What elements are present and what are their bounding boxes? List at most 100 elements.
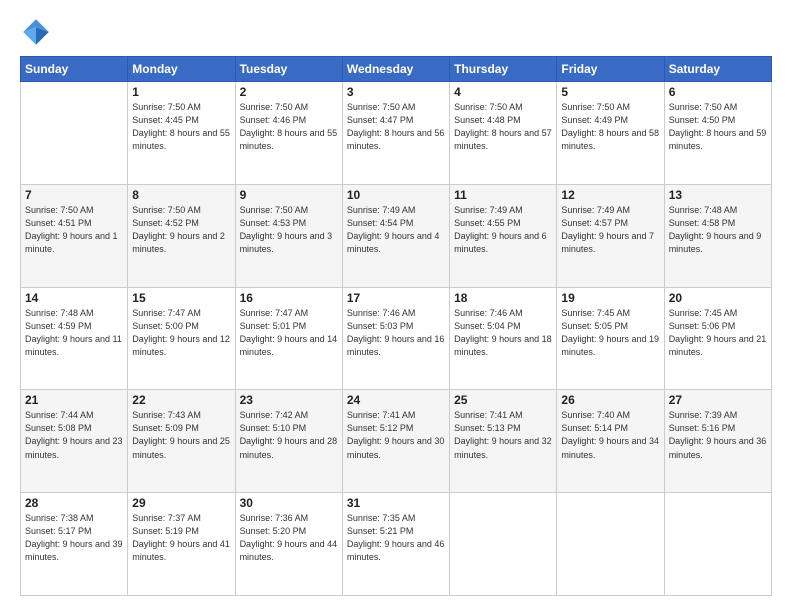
day-cell: 31 Sunrise: 7:35 AM Sunset: 5:21 PM Dayli… <box>342 493 449 596</box>
day-cell: 17 Sunrise: 7:46 AM Sunset: 5:03 PM Dayli… <box>342 287 449 390</box>
day-info: Sunrise: 7:49 AM Sunset: 4:57 PM Dayligh… <box>561 204 659 256</box>
day-number: 9 <box>240 188 338 202</box>
day-number: 6 <box>669 85 767 99</box>
logo-icon <box>20 16 52 48</box>
day-cell: 24Sunrise: 7:41 AM Sunset: 5:12 PM Dayli… <box>342 390 449 493</box>
day-info: Sunrise: 7:49 AM Sunset: 4:55 PM Dayligh… <box>454 204 552 256</box>
day-number: 29 <box>132 496 230 510</box>
day-info: Sunrise: 7:46 AM Sunset: 5:03 PM Dayligh… <box>347 307 445 359</box>
day-cell <box>450 493 557 596</box>
day-number: 18 <box>454 291 552 305</box>
day-cell: 11 Sunrise: 7:49 AM Sunset: 4:55 PM Dayli… <box>450 184 557 287</box>
day-cell: 13 Sunrise: 7:48 AM Sunset: 4:58 PM Dayli… <box>664 184 771 287</box>
day-cell: 1 Sunrise: 7:50 AM Sunset: 4:45 PM Daylig… <box>128 82 235 185</box>
day-cell <box>557 493 664 596</box>
day-number: 11 <box>454 188 552 202</box>
day-info: Sunrise: 7:37 AM Sunset: 5:19 PM Dayligh… <box>132 512 230 564</box>
day-info: Sunrise: 7:48 AM Sunset: 4:58 PM Dayligh… <box>669 204 767 256</box>
day-cell: 16 Sunrise: 7:47 AM Sunset: 5:01 PM Dayli… <box>235 287 342 390</box>
col-header-monday: Monday <box>128 57 235 82</box>
day-info: Sunrise: 7:43 AM Sunset: 5:09 PM Dayligh… <box>132 409 230 461</box>
day-cell: 30 Sunrise: 7:36 AM Sunset: 5:20 PM Dayli… <box>235 493 342 596</box>
day-info: Sunrise: 7:47 AM Sunset: 5:00 PM Dayligh… <box>132 307 230 359</box>
col-header-wednesday: Wednesday <box>342 57 449 82</box>
day-number: 2 <box>240 85 338 99</box>
day-number: 22 <box>132 393 230 407</box>
day-cell <box>664 493 771 596</box>
day-cell: 14Sunrise: 7:48 AM Sunset: 4:59 PM Dayli… <box>21 287 128 390</box>
day-number: 7 <box>25 188 123 202</box>
day-cell: 4Sunrise: 7:50 AM Sunset: 4:48 PM Daylig… <box>450 82 557 185</box>
day-number: 12 <box>561 188 659 202</box>
day-cell: 6 Sunrise: 7:50 AM Sunset: 4:50 PM Daylig… <box>664 82 771 185</box>
day-number: 24 <box>347 393 445 407</box>
week-row-2: 7 Sunrise: 7:50 AM Sunset: 4:51 PM Daylig… <box>21 184 772 287</box>
day-info: Sunrise: 7:50 AM Sunset: 4:53 PM Dayligh… <box>240 204 338 256</box>
day-cell: 9 Sunrise: 7:50 AM Sunset: 4:53 PM Daylig… <box>235 184 342 287</box>
header-row: SundayMondayTuesdayWednesdayThursdayFrid… <box>21 57 772 82</box>
day-cell: 3Sunrise: 7:50 AM Sunset: 4:47 PM Daylig… <box>342 82 449 185</box>
day-number: 17 <box>347 291 445 305</box>
day-info: Sunrise: 7:36 AM Sunset: 5:20 PM Dayligh… <box>240 512 338 564</box>
day-number: 1 <box>132 85 230 99</box>
day-number: 19 <box>561 291 659 305</box>
day-number: 13 <box>669 188 767 202</box>
day-number: 20 <box>669 291 767 305</box>
calendar: SundayMondayTuesdayWednesdayThursdayFrid… <box>20 56 772 596</box>
day-info: Sunrise: 7:45 AM Sunset: 5:05 PM Dayligh… <box>561 307 659 359</box>
day-cell: 21 Sunrise: 7:44 AM Sunset: 5:08 PM Dayli… <box>21 390 128 493</box>
day-number: 21 <box>25 393 123 407</box>
day-cell: 15 Sunrise: 7:47 AM Sunset: 5:00 PM Dayli… <box>128 287 235 390</box>
day-cell: 29 Sunrise: 7:37 AM Sunset: 5:19 PM Dayli… <box>128 493 235 596</box>
day-info: Sunrise: 7:50 AM Sunset: 4:48 PM Dayligh… <box>454 101 552 153</box>
week-row-5: 28Sunrise: 7:38 AM Sunset: 5:17 PM Dayli… <box>21 493 772 596</box>
day-number: 10 <box>347 188 445 202</box>
day-number: 26 <box>561 393 659 407</box>
col-header-saturday: Saturday <box>664 57 771 82</box>
day-number: 25 <box>454 393 552 407</box>
day-cell: 10 Sunrise: 7:49 AM Sunset: 4:54 PM Dayli… <box>342 184 449 287</box>
day-number: 31 <box>347 496 445 510</box>
day-info: Sunrise: 7:50 AM Sunset: 4:45 PM Dayligh… <box>132 101 230 153</box>
logo <box>20 16 56 48</box>
day-cell: 5Sunrise: 7:50 AM Sunset: 4:49 PM Daylig… <box>557 82 664 185</box>
col-header-friday: Friday <box>557 57 664 82</box>
day-cell: 23Sunrise: 7:42 AM Sunset: 5:10 PM Dayli… <box>235 390 342 493</box>
day-number: 8 <box>132 188 230 202</box>
day-info: Sunrise: 7:47 AM Sunset: 5:01 PM Dayligh… <box>240 307 338 359</box>
day-cell: 26Sunrise: 7:40 AM Sunset: 5:14 PM Dayli… <box>557 390 664 493</box>
day-cell: 19 Sunrise: 7:45 AM Sunset: 5:05 PM Dayli… <box>557 287 664 390</box>
day-cell: 12 Sunrise: 7:49 AM Sunset: 4:57 PM Dayli… <box>557 184 664 287</box>
day-cell: 28Sunrise: 7:38 AM Sunset: 5:17 PM Dayli… <box>21 493 128 596</box>
week-row-3: 14Sunrise: 7:48 AM Sunset: 4:59 PM Dayli… <box>21 287 772 390</box>
day-cell: 25 Sunrise: 7:41 AM Sunset: 5:13 PM Dayli… <box>450 390 557 493</box>
day-info: Sunrise: 7:50 AM Sunset: 4:51 PM Dayligh… <box>25 204 123 256</box>
day-number: 30 <box>240 496 338 510</box>
day-cell: 18 Sunrise: 7:46 AM Sunset: 5:04 PM Dayli… <box>450 287 557 390</box>
day-number: 16 <box>240 291 338 305</box>
day-number: 14 <box>25 291 123 305</box>
day-info: Sunrise: 7:50 AM Sunset: 4:50 PM Dayligh… <box>669 101 767 153</box>
day-number: 15 <box>132 291 230 305</box>
day-info: Sunrise: 7:41 AM Sunset: 5:13 PM Dayligh… <box>454 409 552 461</box>
day-cell <box>21 82 128 185</box>
day-number: 5 <box>561 85 659 99</box>
day-cell: 20 Sunrise: 7:45 AM Sunset: 5:06 PM Dayli… <box>664 287 771 390</box>
col-header-sunday: Sunday <box>21 57 128 82</box>
day-info: Sunrise: 7:39 AM Sunset: 5:16 PM Dayligh… <box>669 409 767 461</box>
day-cell: 22 Sunrise: 7:43 AM Sunset: 5:09 PM Dayli… <box>128 390 235 493</box>
day-info: Sunrise: 7:44 AM Sunset: 5:08 PM Dayligh… <box>25 409 123 461</box>
day-number: 27 <box>669 393 767 407</box>
day-info: Sunrise: 7:49 AM Sunset: 4:54 PM Dayligh… <box>347 204 445 256</box>
day-info: Sunrise: 7:50 AM Sunset: 4:46 PM Dayligh… <box>240 101 338 153</box>
day-number: 23 <box>240 393 338 407</box>
week-row-4: 21 Sunrise: 7:44 AM Sunset: 5:08 PM Dayli… <box>21 390 772 493</box>
day-info: Sunrise: 7:46 AM Sunset: 5:04 PM Dayligh… <box>454 307 552 359</box>
day-number: 28 <box>25 496 123 510</box>
day-info: Sunrise: 7:35 AM Sunset: 5:21 PM Dayligh… <box>347 512 445 564</box>
week-row-1: 1 Sunrise: 7:50 AM Sunset: 4:45 PM Daylig… <box>21 82 772 185</box>
col-header-thursday: Thursday <box>450 57 557 82</box>
day-info: Sunrise: 7:45 AM Sunset: 5:06 PM Dayligh… <box>669 307 767 359</box>
day-info: Sunrise: 7:50 AM Sunset: 4:47 PM Dayligh… <box>347 101 445 153</box>
page: SundayMondayTuesdayWednesdayThursdayFrid… <box>0 0 792 612</box>
